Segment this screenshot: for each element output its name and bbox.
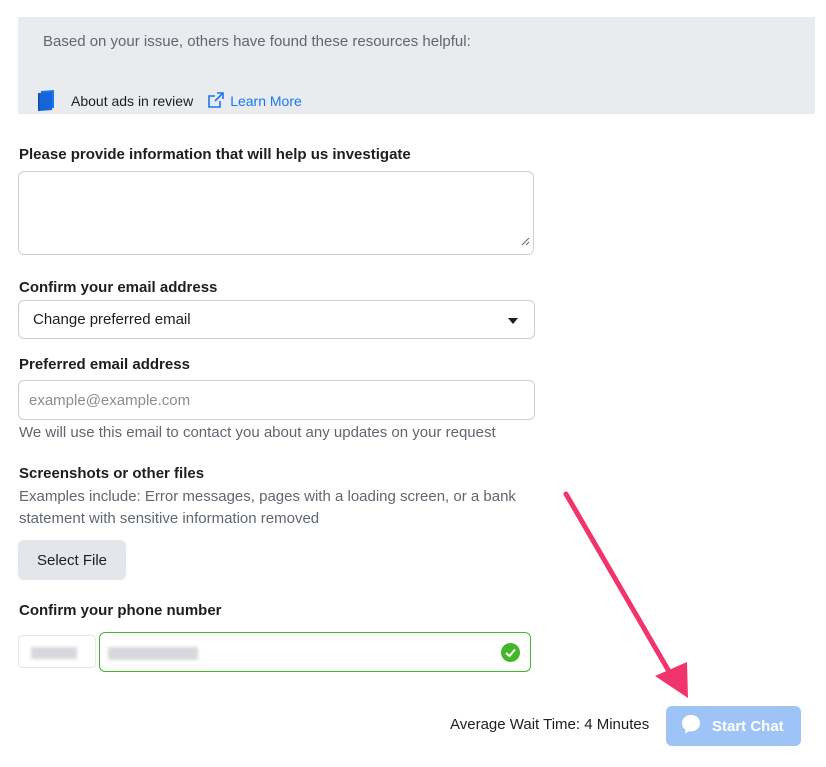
arrow-annotation	[563, 491, 688, 698]
